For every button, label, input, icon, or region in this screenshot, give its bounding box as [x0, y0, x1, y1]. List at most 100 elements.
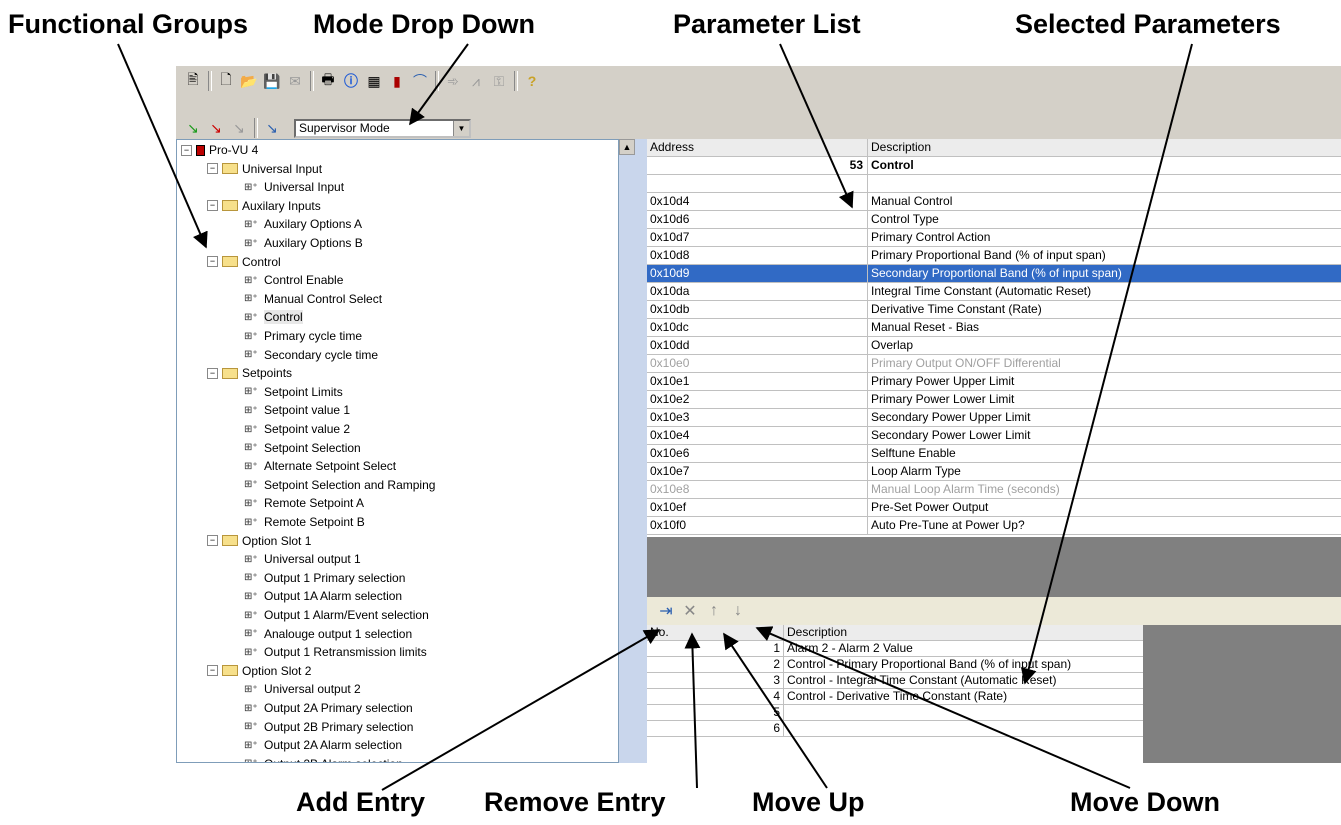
column-header-description[interactable]: Description [868, 139, 1341, 156]
tree-item[interactable]: ⊞⁺ Auxilary Options A [244, 215, 362, 233]
parameter-row[interactable]: 0x10d9 Secondary Proportional Band (% of … [647, 265, 1341, 283]
tree-root[interactable]: − Pro-VU 4 [181, 141, 258, 159]
tree-item[interactable]: ⊞⁺ Setpoint Selection [244, 439, 361, 457]
selected-row[interactable]: 5 [647, 705, 1143, 721]
parameter-row[interactable]: 0x10e6 Selftune Enable [647, 445, 1341, 463]
collapse-icon[interactable]: − [207, 367, 218, 379]
parameter-row[interactable]: 0x10e1 Primary Power Upper Limit [647, 373, 1341, 391]
tree-item[interactable]: ⊞⁺ Control [244, 308, 303, 326]
tree-item[interactable]: ⊞⁺ Setpoint Limits [244, 383, 343, 401]
tree-item[interactable]: ⊞⁺ Setpoint Selection and Ramping [244, 476, 435, 494]
parameter-row[interactable]: 0x10d8 Primary Proportional Band (% of in… [647, 247, 1341, 265]
tree-item[interactable]: ⊞⁺ Auxilary Options B [244, 234, 363, 252]
mode-dropdown[interactable]: Supervisor Mode ▼ [294, 119, 471, 138]
tree-item[interactable]: ⊞⁺ Control Enable [244, 271, 343, 289]
tree-item[interactable]: ⊞⁺ Remote Setpoint B [244, 513, 365, 531]
selected-row[interactable]: 6 [647, 721, 1143, 737]
parameter-row[interactable]: 0x10d6 Control Type [647, 211, 1341, 229]
collapse-icon[interactable]: − [207, 200, 218, 212]
parameter-row[interactable]: 0x10d4 Manual Control [647, 193, 1341, 211]
connect-icon[interactable]: ⌒ [409, 70, 431, 92]
parameter-row[interactable]: 0x10dd Overlap [647, 337, 1341, 355]
parameter-row[interactable]: 0x10f0 Auto Pre-Tune at Power Up? [647, 517, 1341, 535]
collapse-icon[interactable]: − [181, 144, 192, 156]
tree-group[interactable]: − Option Slot 1 [207, 532, 311, 550]
collapse-icon[interactable]: − [207, 665, 218, 677]
parameter-row[interactable]: 0x10e3 Secondary Power Upper Limit [647, 409, 1341, 427]
tree-item[interactable]: ⊞⁺ Secondary cycle time [244, 346, 378, 364]
tree-item[interactable]: ⊞⁺ Universal output 2 [244, 680, 361, 698]
move-up-icon[interactable]: ↑ [703, 600, 725, 622]
new-file-icon[interactable]: 🗋 [215, 70, 237, 92]
chart-icon[interactable]: ⩘ [465, 70, 487, 92]
help-icon[interactable]: ? [521, 70, 543, 92]
column-header-no[interactable]: No. [647, 625, 784, 640]
open-folder-icon[interactable]: 📂 [238, 70, 260, 92]
read-device-icon[interactable]: ↘ [182, 117, 204, 139]
selected-row[interactable]: 4 Control - Derivative Time Constant (Rat… [647, 689, 1143, 705]
email-icon[interactable]: ✉ [284, 70, 306, 92]
parameter-row[interactable]: 0x10e2 Primary Power Lower Limit [647, 391, 1341, 409]
remove-entry-icon[interactable]: ✕ [679, 600, 701, 622]
tree-item[interactable]: ⊞⁺ Output 2B Primary selection [244, 718, 413, 736]
pane-splitter[interactable] [619, 139, 647, 763]
parameter-row[interactable]: 0x10e7 Loop Alarm Type [647, 463, 1341, 481]
table-icon[interactable]: ▦ [363, 70, 385, 92]
tree-group[interactable]: − Auxilary Inputs [207, 197, 321, 215]
tree-group[interactable]: − Setpoints [207, 364, 292, 382]
tree-item[interactable]: ⊞⁺ Output 2B Alarm selection [244, 755, 403, 762]
add-entry-icon[interactable]: ⇥ [655, 600, 677, 622]
collapse-icon[interactable]: − [207, 163, 218, 175]
parameter-row[interactable]: 0x10dc Manual Reset - Bias [647, 319, 1341, 337]
parameter-row[interactable]: 0x10da Integral Time Constant (Automatic … [647, 283, 1341, 301]
parameter-row[interactable]: 0x10e4 Secondary Power Lower Limit [647, 427, 1341, 445]
tree-item[interactable]: ⊞⁺ Output 2A Primary selection [244, 699, 413, 717]
parameter-row[interactable]: 0x10db Derivative Time Constant (Rate) [647, 301, 1341, 319]
tree-item[interactable]: ⊞⁺ Manual Control Select [244, 290, 382, 308]
tree-item[interactable]: ⊞⁺ Universal output 1 [244, 550, 361, 568]
info-icon[interactable]: ⓘ [340, 70, 362, 92]
column-header-description[interactable]: Description [784, 625, 1143, 640]
mode-dropdown-value: Supervisor Mode [299, 121, 390, 135]
tree-group[interactable]: − Option Slot 2 [207, 662, 311, 680]
upload-icon[interactable]: ➾ [442, 70, 464, 92]
collapse-icon[interactable]: − [207, 256, 218, 268]
compare-icon[interactable]: ↘ [228, 117, 250, 139]
tree-item[interactable]: ⊞⁺ Remote Setpoint A [244, 494, 364, 512]
tree-group[interactable]: − Universal Input [207, 160, 322, 178]
tree-item[interactable]: ⊞⁺ Output 1 Alarm/Event selection [244, 606, 429, 624]
collapse-icon[interactable]: − [207, 535, 218, 547]
column-header-address[interactable]: Address [647, 139, 868, 156]
transfer-icon[interactable]: ↘ [261, 117, 283, 139]
selected-parameters-list[interactable]: No. Description 1 Alarm 2 - Alarm 2 Value… [647, 625, 1143, 763]
tree-item[interactable]: ⊞⁺ Analouge output 1 selection [244, 625, 412, 643]
tree-item[interactable]: ⊞⁺ Output 1A Alarm selection [244, 587, 402, 605]
parameter-row[interactable]: 0x10ef Pre-Set Power Output [647, 499, 1341, 517]
key-icon[interactable]: ⚿ [488, 70, 510, 92]
move-down-icon[interactable]: ↓ [727, 600, 749, 622]
tree-item[interactable]: ⊞⁺ Output 1 Retransmission limits [244, 643, 427, 661]
tree-item[interactable]: ⊞⁺ Output 2A Alarm selection [244, 736, 402, 754]
device-icon[interactable]: ▮ [386, 70, 408, 92]
chevron-down-icon[interactable]: ▼ [453, 121, 469, 136]
selected-row[interactable]: 2 Control - Primary Proportional Band (% … [647, 657, 1143, 673]
tree-item[interactable]: ⊞⁺ Alternate Setpoint Select [244, 457, 396, 475]
functional-groups-tree[interactable]: − Pro-VU 4 − Universal Input ⊞⁺ Universal Inp… [176, 139, 619, 763]
parameter-row[interactable]: 0x10d7 Primary Control Action [647, 229, 1341, 247]
parameter-list[interactable]: Address Description 53 Control 0x10d4 Man… [647, 139, 1341, 537]
write-device-icon[interactable]: ↘ [205, 117, 227, 139]
parameter-row[interactable]: 0x10e8 Manual Loop Alarm Time (seconds) [647, 481, 1341, 499]
tree-item[interactable]: ⊞⁺ Universal Input [244, 178, 344, 196]
product-icon[interactable]: 🖹 [182, 70, 204, 92]
scroll-up-icon[interactable]: ▲ [619, 139, 635, 155]
selected-row[interactable]: 3 Control - Integral Time Constant (Autom… [647, 673, 1143, 689]
parameter-row[interactable]: 0x10e0 Primary Output ON/OFF Differential [647, 355, 1341, 373]
tree-item[interactable]: ⊞⁺ Output 1 Primary selection [244, 569, 405, 587]
selected-row[interactable]: 1 Alarm 2 - Alarm 2 Value [647, 641, 1143, 657]
tree-item[interactable]: ⊞⁺ Primary cycle time [244, 327, 362, 345]
tree-item[interactable]: ⊞⁺ Setpoint value 1 [244, 401, 350, 419]
save-icon[interactable]: 💾 [261, 70, 283, 92]
tree-item[interactable]: ⊞⁺ Setpoint value 2 [244, 420, 350, 438]
print-icon[interactable]: 🖶 [317, 70, 339, 92]
tree-group[interactable]: − Control [207, 253, 281, 271]
